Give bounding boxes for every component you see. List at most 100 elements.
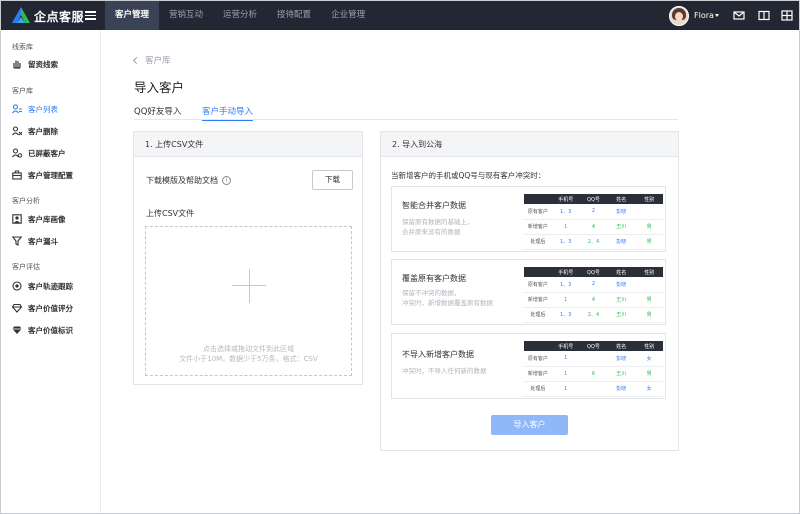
sidebar-item-label: 已屏蔽客户 <box>28 148 66 158</box>
table-header: QQ号 <box>579 194 608 204</box>
sidebar-item-customer-funnel[interactable]: 客户漏斗 <box>12 234 58 248</box>
table-cell: 1、3 <box>551 307 580 323</box>
user-list-icon <box>12 104 22 114</box>
table-header <box>524 267 552 277</box>
table-cell: 2、4 <box>579 234 608 250</box>
table-header: 姓名 <box>607 194 636 204</box>
sidebar-item-label: 客户价值标识 <box>28 325 73 335</box>
mail-icon[interactable] <box>733 10 745 21</box>
dropzone-limits: 文件小于10M，数据少于5万条，格式：CSV <box>179 355 318 363</box>
table-header: 性别 <box>635 194 663 204</box>
table-cell: 1、3 <box>551 204 580 220</box>
tab-manual-import[interactable]: 客户手动导入 <box>202 105 254 121</box>
menu-icon[interactable] <box>85 9 96 21</box>
table-header <box>524 341 552 351</box>
user-remove-icon <box>12 126 22 136</box>
table-header <box>524 194 552 204</box>
table-cell: 男 <box>635 366 663 382</box>
page-title: 导入客户 <box>134 80 185 95</box>
option-description: 保留原有数据的基础上， <box>402 218 474 226</box>
nav-reception-config[interactable]: 接待配置 <box>267 1 321 30</box>
top-navigation-bar: 企点客服 客户管理 营销互动 运营分析 接待配置 企业管理 Flora <box>1 1 799 30</box>
download-label-text: 下载模版及帮助文档 <box>146 176 218 185</box>
sidebar-item-label: 留资线索 <box>28 59 58 69</box>
book-icon[interactable] <box>758 10 770 21</box>
sidebar-item-label: 客户价值评分 <box>28 303 73 313</box>
table-header: 手机号 <box>551 267 580 277</box>
sidebar-item-leads[interactable]: 留资线索 <box>12 57 58 71</box>
file-dropzone[interactable]: 点击选择或拖动文件到此区域 文件小于10M，数据少于5万条，格式：CSV <box>145 226 352 376</box>
table-row: 原有客户 1 彭晓 女 <box>524 351 663 367</box>
table-header: 手机号 <box>551 194 580 204</box>
portrait-icon <box>12 214 22 224</box>
logo-icon <box>12 7 30 23</box>
chevron-down-icon[interactable] <box>715 14 719 17</box>
option-skip-new[interactable]: 不导入新增客户数据 冲突时，不导入任何新的数据 手机号 QQ号 姓名 性别 原有… <box>391 333 666 399</box>
table-cell: 女 <box>635 381 663 397</box>
example-table: 手机号 QQ号 姓名 性别 原有客户 1、3 2 彭晓 新增客户 1 4 王川 … <box>524 267 663 323</box>
user-block-icon <box>12 148 22 158</box>
option-title: 覆盖原有客户数据 <box>402 274 466 283</box>
nav-enterprise-management[interactable]: 企业管理 <box>321 1 375 30</box>
chevron-left-icon <box>132 56 141 64</box>
table-row: 处理后 1、3 2、4 王川 男 <box>524 307 663 323</box>
table-header: QQ号 <box>579 267 608 277</box>
avatar[interactable] <box>669 6 689 26</box>
grid-icon[interactable] <box>781 10 793 21</box>
tab-qq-friends-import[interactable]: QQ好友导入 <box>134 105 181 117</box>
conflict-description: 当新增客户的手机或QQ号与现有客户冲突时： <box>391 171 546 180</box>
sidebar-item-customer-tracking[interactable]: 客户轨迹跟踪 <box>12 279 73 293</box>
breadcrumb[interactable]: 客户库 <box>132 54 171 66</box>
diamond-icon <box>12 303 22 313</box>
table-cell: 处理后 <box>524 307 552 323</box>
nav-customer-management[interactable]: 客户管理 <box>105 1 160 30</box>
panel-header: 2. 导入到公海 <box>381 132 678 157</box>
sidebar-item-label: 客户管理配置 <box>28 170 73 180</box>
sidebar-item-customer-portrait[interactable]: 客户库画像 <box>12 212 66 226</box>
table-cell: 彭晓 <box>607 204 636 220</box>
table-cell: 2 <box>579 277 608 293</box>
table-cell: 彭晓 <box>607 234 636 250</box>
sidebar-item-customer-value-tag[interactable]: 客户价值标识 <box>12 323 73 337</box>
upload-csv-label: 上传CSV文件 <box>146 209 195 218</box>
download-button[interactable]: 下载 <box>312 170 353 190</box>
target-icon <box>12 281 22 291</box>
table-cell: 2 <box>579 204 608 220</box>
download-template-label: 下载模版及帮助文档 i <box>146 175 231 186</box>
table-cell: 1、3 <box>551 277 580 293</box>
option-smart-merge[interactable]: 智能合并客户数据 保留原有数据的基础上， 合并原来没有的数据 手机号 QQ号 姓… <box>391 186 666 252</box>
table-cell: 原有客户 <box>524 351 552 367</box>
table-cell: 彭晓 <box>607 381 636 397</box>
table-row: 新增客户 1 6 王川 男 <box>524 366 663 382</box>
sidebar-item-customer-value-score[interactable]: 客户价值评分 <box>12 301 73 315</box>
table-cell: 2、4 <box>579 307 608 323</box>
table-cell: 新增客户 <box>524 219 552 235</box>
table-cell: 新增客户 <box>524 366 552 382</box>
table-cell <box>635 204 663 220</box>
panel-header: 1. 上传CSV文件 <box>134 132 362 157</box>
funnel-icon <box>12 236 22 246</box>
table-cell <box>579 351 608 367</box>
table-cell: 1、3 <box>551 234 580 250</box>
table-cell: 男 <box>635 219 663 235</box>
nav-marketing[interactable]: 营销互动 <box>159 1 213 30</box>
sidebar-item-customer-config[interactable]: 客户管理配置 <box>12 168 73 182</box>
table-cell: 1 <box>551 292 580 308</box>
option-title: 智能合并客户数据 <box>402 201 466 210</box>
nav-operations-analysis[interactable]: 运营分析 <box>213 1 267 30</box>
table-cell: 王川 <box>607 219 636 235</box>
sidebar-item-customer-delete[interactable]: 客户删除 <box>12 124 58 138</box>
sidebar-item-customer-list[interactable]: 客户列表 <box>12 102 58 116</box>
hand-icon <box>13 60 21 69</box>
info-icon[interactable]: i <box>222 176 231 185</box>
sidebar-item-blocked-customers[interactable]: 已屏蔽客户 <box>12 146 66 160</box>
option-description: 冲突时，新增数据覆盖原有数据 <box>402 299 493 307</box>
option-overwrite[interactable]: 覆盖原有客户数据 保留不冲突的数据， 冲突时，新增数据覆盖原有数据 手机号 QQ… <box>391 259 666 325</box>
import-customers-button[interactable]: 导入客户 <box>491 415 568 435</box>
table-header: 性别 <box>635 341 663 351</box>
brand-name: 企点客服 <box>34 10 85 24</box>
main-nav: 客户管理 营销互动 运营分析 接待配置 企业管理 <box>105 1 375 30</box>
user-name[interactable]: Flora <box>694 11 714 20</box>
table-cell: 彭晓 <box>607 277 636 293</box>
table-header: 姓名 <box>607 267 636 277</box>
